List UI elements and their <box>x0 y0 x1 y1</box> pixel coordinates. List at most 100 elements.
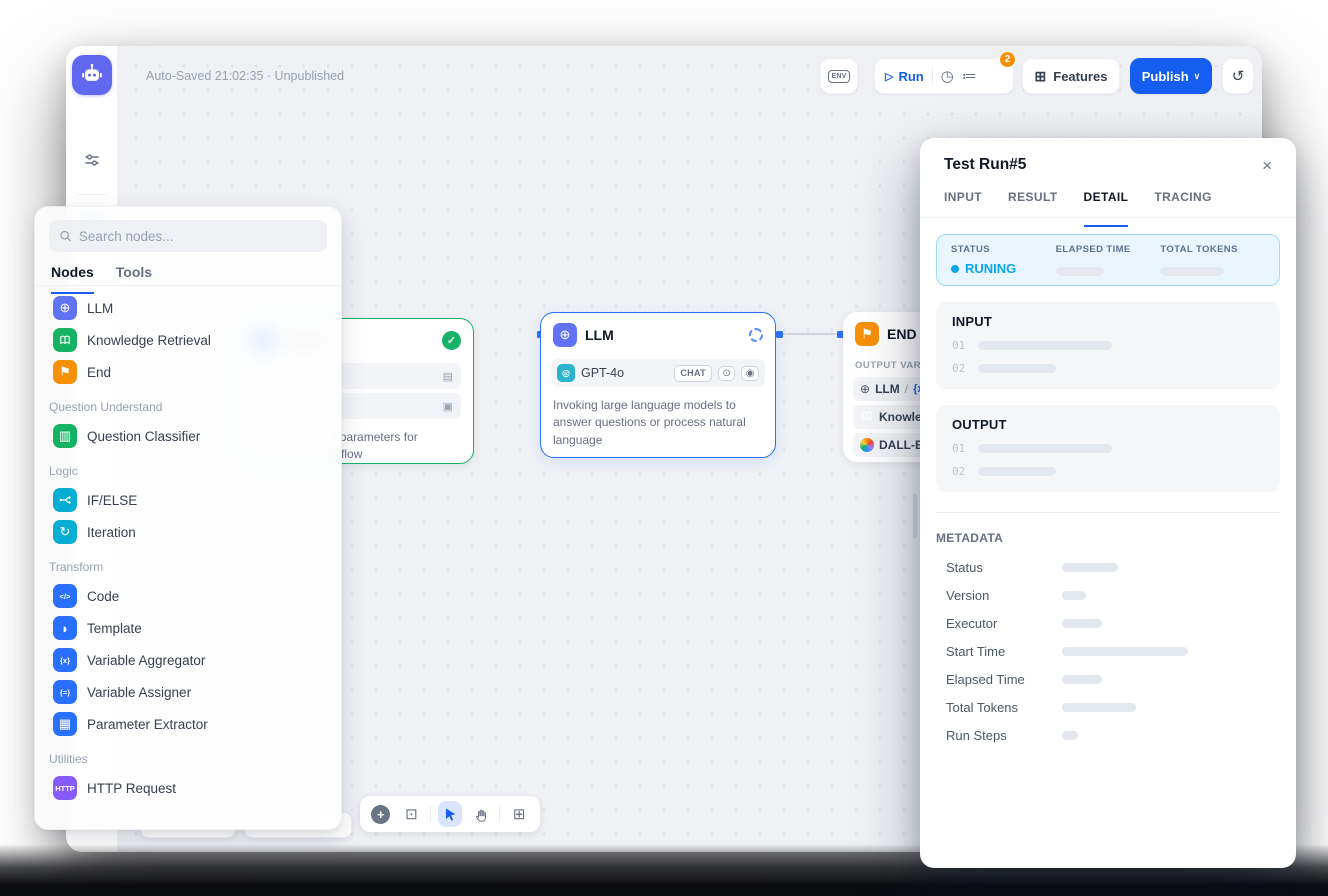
running-spinner-icon <box>749 328 763 342</box>
canvas-scrollbar[interactable] <box>913 494 917 538</box>
node-item-question-classifier[interactable]: ▥Question Classifier <box>49 420 327 452</box>
line-number: 02 <box>952 465 965 478</box>
total-tokens-label: TOTAL TOKENS <box>1160 244 1265 255</box>
node-item-llm[interactable]: ⊕LLM <box>49 292 327 324</box>
code-icon: </> <box>53 584 77 608</box>
llm-model-row[interactable]: ⊛ GPT-4o CHAT ⊙ ◉ <box>551 359 765 387</box>
http-request-icon: HTTP <box>53 776 77 800</box>
node-item-parameter-extractor[interactable]: ▦ Parameter Extractor <box>49 708 327 740</box>
run-tab-result[interactable]: RESULT <box>1008 190 1058 217</box>
variable-source-icon <box>860 409 874 426</box>
toolbar-divider <box>499 806 500 822</box>
chevron-down-icon: ∨ <box>1194 71 1201 82</box>
node-search-input[interactable] <box>79 229 317 244</box>
metadata-row-version: Version <box>936 581 1280 609</box>
node-item-code[interactable]: </> Code <box>49 580 327 612</box>
pointer-mode-button[interactable] <box>438 801 462 827</box>
llm-node-icon: ⊕ <box>553 323 577 347</box>
end-node-title: END <box>887 326 917 342</box>
node-section-logic: Logic <box>49 452 327 484</box>
tab-tools[interactable]: Tools <box>116 264 152 285</box>
gpt4o-model-icon: ⊛ <box>557 364 575 382</box>
skeleton-bar <box>978 364 1056 373</box>
node-item-http-request[interactable]: HTTPHTTP Request <box>49 772 327 804</box>
run-button[interactable]: ▷Run <box>885 69 924 84</box>
node-item-label: Variable Aggregator <box>87 653 205 668</box>
elapsed-time-label: ELAPSED TIME <box>1056 244 1161 255</box>
node-item-variable-aggregator[interactable]: {x} Variable Aggregator <box>49 644 327 676</box>
chat-mode-badge: CHAT <box>674 365 712 382</box>
rail-divider <box>78 194 106 195</box>
tab-nodes[interactable]: Nodes <box>51 264 94 285</box>
end-node-icon: ⚑ <box>855 322 879 346</box>
metadata-label: METADATA <box>936 531 1280 545</box>
env-button[interactable]: ENV <box>820 58 858 94</box>
checklist-icon[interactable]: ≔ <box>962 67 977 85</box>
version-history-button[interactable]: ↺ <box>1222 58 1254 94</box>
node-item-iteration[interactable]: ↻Iteration <box>49 516 327 548</box>
run-tab-input[interactable]: INPUT <box>944 190 982 217</box>
node-item-end[interactable]: ⚑ End <box>49 356 327 388</box>
hand-mode-button[interactable] <box>469 801 493 827</box>
node-item-variable-assigner[interactable]: {=} Variable Assigner <box>49 676 327 708</box>
success-check-icon: ✓ <box>442 331 461 350</box>
features-button[interactable]: ⊞ Features <box>1022 58 1120 94</box>
run-toolbar-group: ▷Run ◷ ≔ <box>874 58 1014 94</box>
run-panel-tabs: INPUT RESULT DETAIL TRACING <box>920 184 1296 218</box>
skeleton-bar <box>1062 647 1188 656</box>
add-node-button[interactable]: + <box>369 801 393 827</box>
end-icon: ⚑ <box>53 360 77 384</box>
llm-node[interactable]: ⊕ LLM ⊛ GPT-4o CHAT ⊙ ◉ Invoking large l… <box>540 312 776 458</box>
metadata-row-elapsed-time: Elapsed Time <box>936 665 1280 693</box>
autosave-status: Auto-Saved 21:02:35 · Unpublished <box>146 58 344 94</box>
node-section-utilities: Utilities <box>49 740 327 772</box>
preferences-sliders-icon[interactable] <box>78 146 106 174</box>
variable-name: DALL-E <box>879 438 923 452</box>
node-item-label: End <box>87 365 111 380</box>
skeleton-bar <box>1062 619 1102 628</box>
node-item-template[interactable]: ◗Template <box>49 612 327 644</box>
dalle-icon <box>860 438 874 452</box>
node-search-box[interactable] <box>49 220 327 252</box>
run-tab-tracing[interactable]: TRACING <box>1154 190 1211 217</box>
node-item-if-else[interactable]: IF/ELSE <box>49 484 327 516</box>
agent-capability-icon: ⊙ <box>718 366 735 381</box>
node-item-knowledge-retrieval[interactable]: Knowledge Retrieval <box>49 324 327 356</box>
template-icon: ◗ <box>53 616 77 640</box>
documents-icon: ▣ <box>443 400 453 413</box>
search-icon <box>59 229 72 243</box>
variable-name: LLM <box>875 382 900 396</box>
node-item-label: Variable Assigner <box>87 685 191 700</box>
close-icon[interactable]: × <box>1262 157 1272 174</box>
running-dot-icon <box>951 265 959 273</box>
env-icon: ENV <box>828 70 850 83</box>
run-tab-detail[interactable]: DETAIL <box>1084 190 1129 217</box>
node-item-list-operator[interactable]: ≡▽List Operator <box>49 804 327 806</box>
add-note-button[interactable]: ⊡ <box>400 801 424 827</box>
edge-stub <box>776 331 783 338</box>
app-logo-robot-icon[interactable] <box>72 55 112 95</box>
run-history-icon[interactable]: ◷ <box>941 67 954 85</box>
play-icon: ▷ <box>885 70 893 83</box>
checklist-count-badge: 2 <box>999 51 1016 68</box>
variable-aggregator-icon: {x} <box>53 648 77 672</box>
node-search-panel: Nodes Tools ⊕LLMKnowledge Retrieval ⚑ End Q… <box>34 206 342 830</box>
node-item-label: Code <box>87 589 119 604</box>
variable-assigner-icon: {=} <box>53 680 77 704</box>
question-classifier-icon: ▥ <box>53 424 77 448</box>
publish-button[interactable]: Publish∨ <box>1130 58 1212 94</box>
node-section-question-understand: Question Understand <box>49 388 327 420</box>
line-number: 01 <box>952 442 965 455</box>
parameter-extractor-icon: ▦ <box>53 712 77 736</box>
edge-llm-to-end <box>782 333 840 335</box>
skeleton-bar <box>978 444 1112 453</box>
if-else-icon <box>53 488 77 512</box>
organize-nodes-button[interactable]: ⊞ <box>507 801 531 827</box>
node-panel-tabs: Nodes Tools <box>35 252 341 286</box>
line-number: 02 <box>952 362 965 375</box>
node-list: ⊕LLMKnowledge Retrieval ⚑ End Question Unde… <box>35 286 341 806</box>
llm-node-title: LLM <box>585 327 614 343</box>
run-panel-title: Test Run#5 <box>944 156 1026 174</box>
test-run-panel: Test Run#5 × INPUTRESULTDETAILTRACING ST… <box>920 138 1296 868</box>
node-item-label: Parameter Extractor <box>87 717 208 732</box>
